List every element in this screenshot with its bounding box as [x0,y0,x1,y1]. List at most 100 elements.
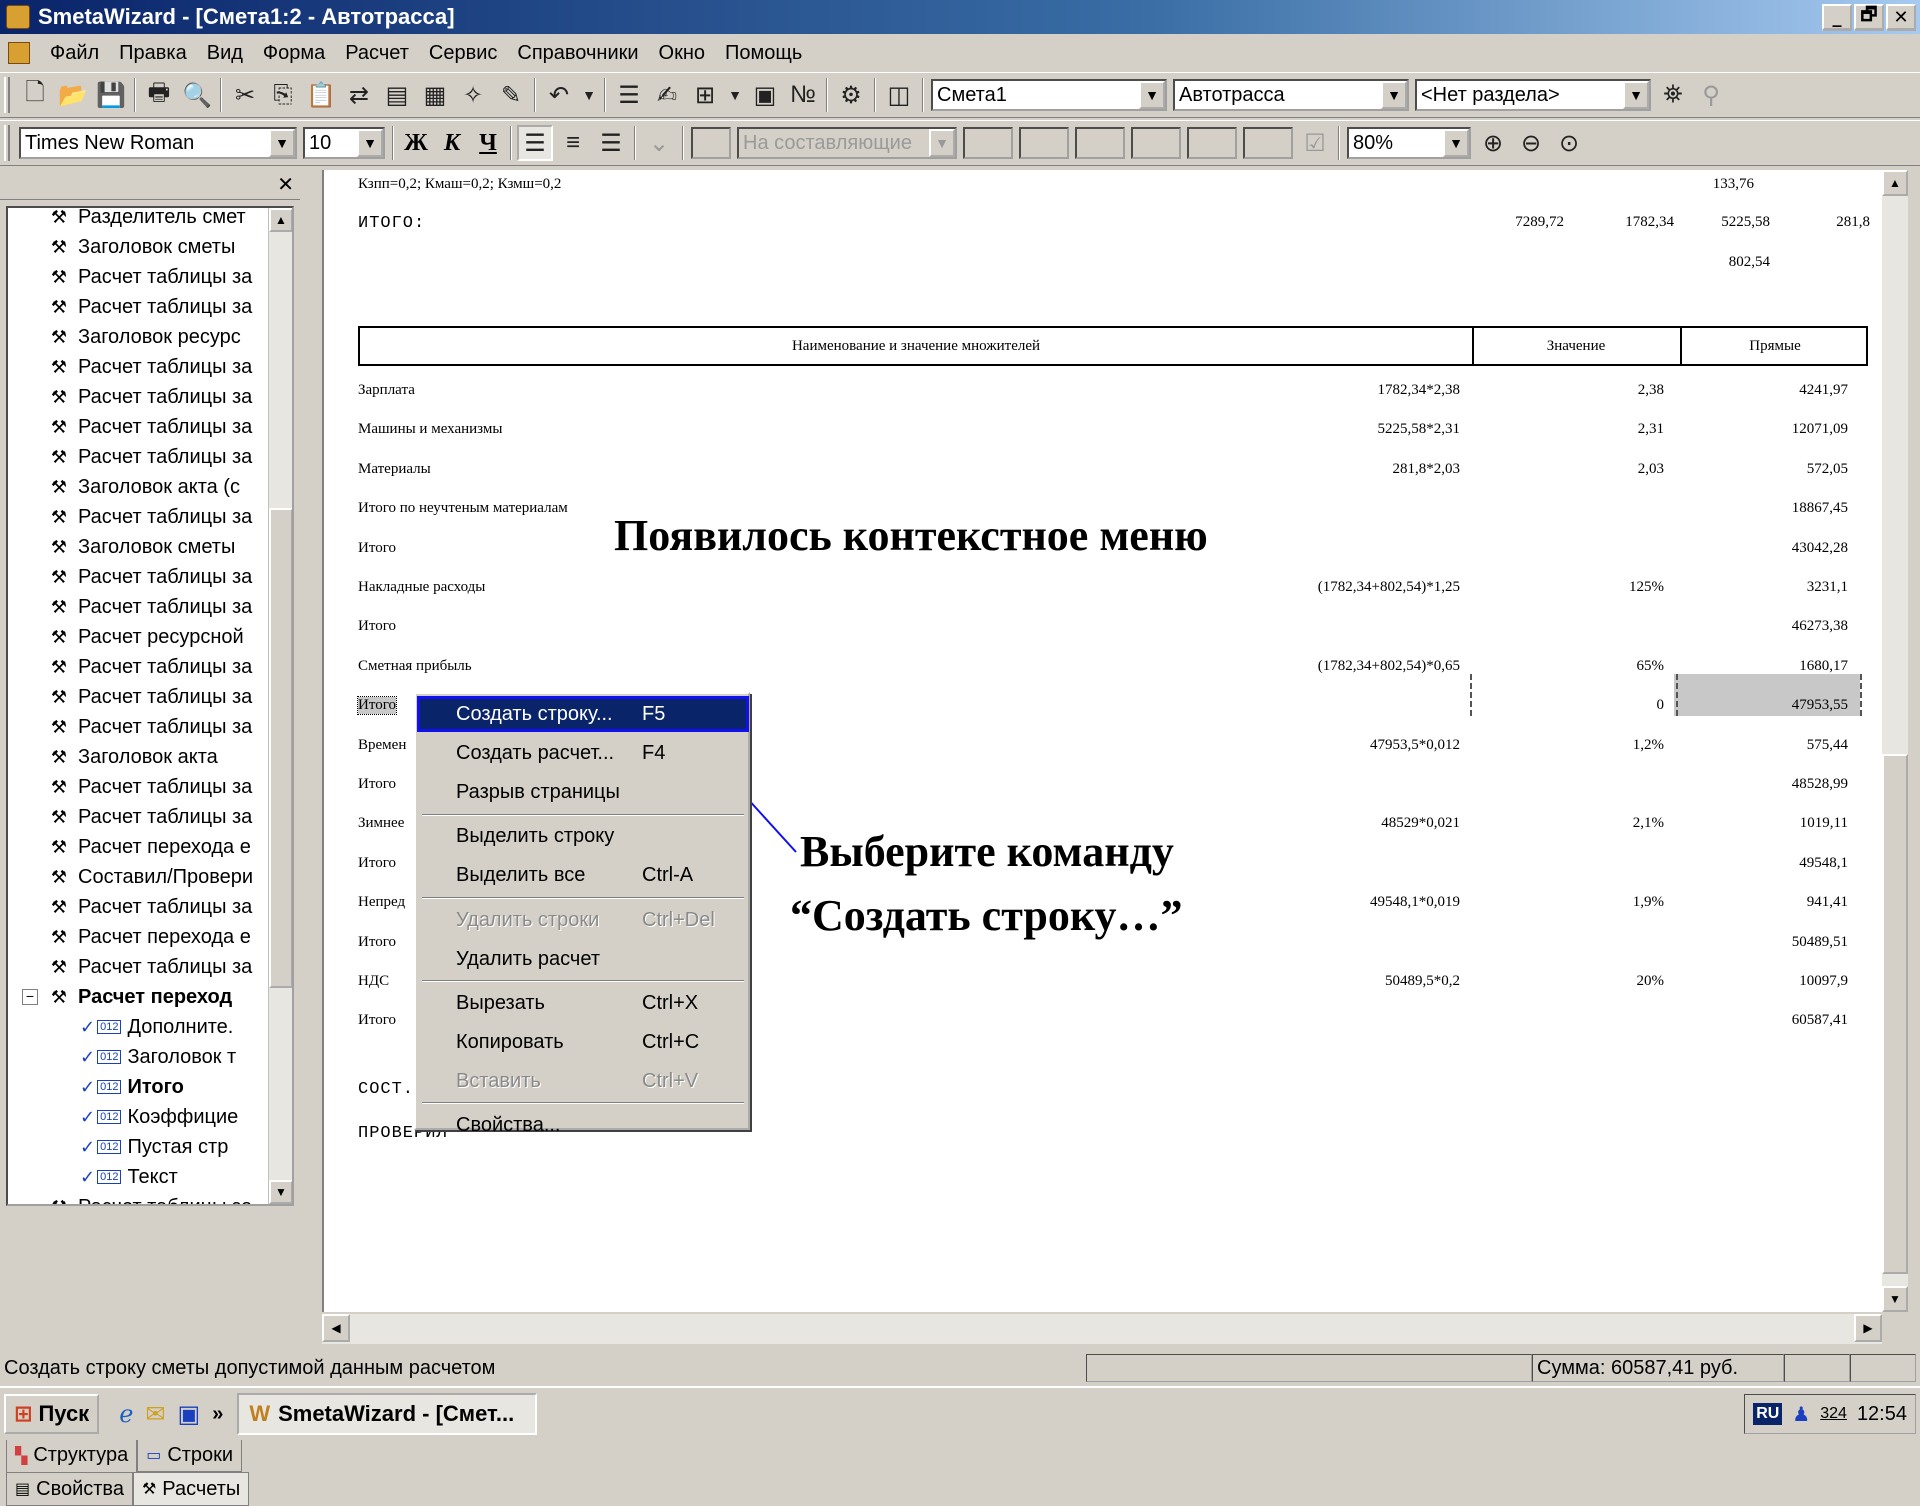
context-menu-item[interactable]: Вырезать Ctrl+X [420,988,746,1018]
row-name[interactable]: Итого [358,618,396,635]
tree-child-item[interactable]: ✓ 012 Пустая стр [8,1132,292,1162]
context-menu-item[interactable]: Копировать Ctrl+C [420,1027,746,1057]
open-folder-icon[interactable]: 📂 [55,77,91,113]
tree-item[interactable]: ⚒Расчет таблицы за [8,952,292,982]
menu-form[interactable]: Форма [253,42,335,65]
undo-dropdown-icon[interactable]: ▼ [579,77,599,113]
doc-close-button[interactable]: ✕ [1886,4,1916,30]
insert-row-icon[interactable]: ⊞ [687,77,723,113]
tray-number[interactable]: 324 [1820,1405,1847,1423]
menu-references[interactable]: Справочники [507,42,648,65]
blank-field-6[interactable] [1243,127,1293,159]
blank-field-3[interactable] [1075,127,1125,159]
context-menu-item[interactable]: Свойства... [420,1110,746,1140]
tab-calcs[interactable]: ⚒ Расчеты [132,1472,250,1506]
row-name[interactable]: Материалы [358,461,431,478]
desktop-icon[interactable]: ▣ [178,1400,201,1429]
tree-item[interactable]: ⚒Расчет таблицы за [8,892,292,922]
blank-field-1[interactable] [963,127,1013,159]
internet-explorer-icon[interactable]: ℯ [119,1400,133,1429]
context-menu-item[interactable]: Выделить все Ctrl-A [420,860,746,890]
document-icon[interactable] [8,42,30,64]
layout-icon[interactable]: ◫ [881,77,917,113]
tree-item[interactable]: ⚒Расчет таблицы за [8,442,292,472]
outlook-icon[interactable]: ✉ [145,1400,165,1429]
menu-help[interactable]: Помощь [715,42,812,65]
row-name[interactable]: Зимнее [358,815,404,832]
zoom-select[interactable]: 80% ▼ [1347,127,1471,159]
new-file-icon[interactable]: 🗋 [17,77,53,113]
blank-field-4[interactable] [1131,127,1181,159]
doc-minimize-button[interactable]: _ [1822,4,1852,30]
scroll-thumb[interactable] [1882,754,1908,1274]
align-center-icon[interactable]: ≡ [555,125,591,161]
tree-child-item[interactable]: ✓ 012 Заголовок т [8,1042,292,1072]
blank-field-2[interactable] [1019,127,1069,159]
undo-icon[interactable]: ↶ [541,77,577,113]
edit-icon[interactable]: ✍ [649,77,685,113]
context-menu-item[interactable]: Создать строку... F5 [417,696,749,732]
scroll-up-icon[interactable]: ▲ [269,208,292,232]
tree-item-expanded[interactable]: − ⚒ Расчет переход [8,982,292,1012]
menu-calc[interactable]: Расчет [335,42,419,65]
tree-item[interactable]: ⚒ Заголовок сметы [8,532,292,562]
zoom-out-icon[interactable]: ⊖ [1513,125,1549,161]
tree-item[interactable]: ⚒Расчет таблицы за [8,292,292,322]
chevron-down-icon[interactable]: ▼ [269,129,295,157]
menu-file[interactable]: Файл [40,42,109,65]
window-icon[interactable]: ▣ [747,77,783,113]
tree-item[interactable]: ⚒Расчет таблицы за [8,652,292,682]
menu-edit[interactable]: Правка [109,42,197,65]
chevron-down-icon[interactable]: ▼ [1623,81,1649,109]
filter-icon[interactable]: ⚲ [1693,77,1729,113]
row-name[interactable]: Сметная прибыль [358,658,472,675]
context-menu-item[interactable]: Создать расчет... F4 [420,738,746,768]
row-name[interactable]: Непред [358,894,405,911]
row-name[interactable]: Накладные расходы [358,579,485,596]
chevron-down-icon[interactable]: ▼ [929,129,955,157]
scroll-up-icon[interactable]: ▲ [1882,170,1908,196]
tree-child-item[interactable]: ✓ 012 Коэффицие [8,1102,292,1132]
font-select[interactable]: Times New Roman ▼ [19,127,297,159]
tree-item[interactable]: ⚒Расчет таблицы за [8,682,292,712]
save-icon[interactable]: 💾 [93,77,129,113]
copy-icon[interactable]: ⎘ [265,77,301,113]
tree-item[interactable]: ⚒ Расчет перехода е [8,832,292,862]
document-horizontal-scrollbar[interactable]: ◀ ▶ [322,1314,1882,1344]
tree-item[interactable]: ⚒ Составил/Провери [8,862,292,892]
table-icon[interactable]: ▦ [417,77,453,113]
binoculars-icon[interactable]: ⛯ [1655,77,1691,113]
wizard-icon[interactable]: ✧ [455,77,491,113]
clipboard-icon[interactable]: ▤ [379,77,415,113]
zoom-in-icon[interactable]: ⊕ [1475,125,1511,161]
chevron-down-icon[interactable]: ▼ [1139,81,1165,109]
properties-icon[interactable]: ⚙ [833,77,869,113]
tree-item[interactable]: ⚒Расчет таблицы за [8,772,292,802]
align-left-icon[interactable]: ☰ [517,125,553,161]
bold-button[interactable]: Ж [398,125,434,161]
tree-item[interactable]: ⚒Расчет таблицы за [8,1192,292,1205]
menu-window[interactable]: Окно [649,42,715,65]
tab-structure[interactable]: ▚ Структура [6,1438,138,1472]
scroll-right-icon[interactable]: ▶ [1854,1314,1882,1342]
row-name[interactable]: Итого [357,696,397,715]
apply-icon[interactable]: ☑ [1297,125,1333,161]
zoom-fit-icon[interactable]: ⊙ [1551,125,1587,161]
tree-item[interactable]: ⚒Расчет таблицы за [8,502,292,532]
scroll-down-icon[interactable]: ▼ [1882,1286,1908,1312]
tree-child-item[interactable]: ✓ 012 Текст [8,1162,292,1192]
toolbar-grip[interactable] [4,77,10,113]
underline-button[interactable]: Ч [470,125,506,161]
tree-item[interactable]: ⚒Расчет таблицы за [8,802,292,832]
blank-field-5[interactable] [1187,127,1237,159]
tree-child-item[interactable]: ✓ 012 Итого [8,1072,292,1102]
expand-icon[interactable]: ⌄ [641,125,677,161]
tab-rows[interactable]: ▭ Строки [137,1438,243,1472]
empty-field[interactable] [691,127,731,159]
row-name[interactable]: Зарплата [358,382,415,399]
align-right-icon[interactable]: ☰ [593,125,629,161]
tree-item[interactable]: ⚒ Заголовок акта [8,742,292,772]
number-icon[interactable]: № [785,77,821,113]
cut-icon[interactable]: ✂ [227,77,263,113]
brush-icon[interactable]: ✎ [493,77,529,113]
